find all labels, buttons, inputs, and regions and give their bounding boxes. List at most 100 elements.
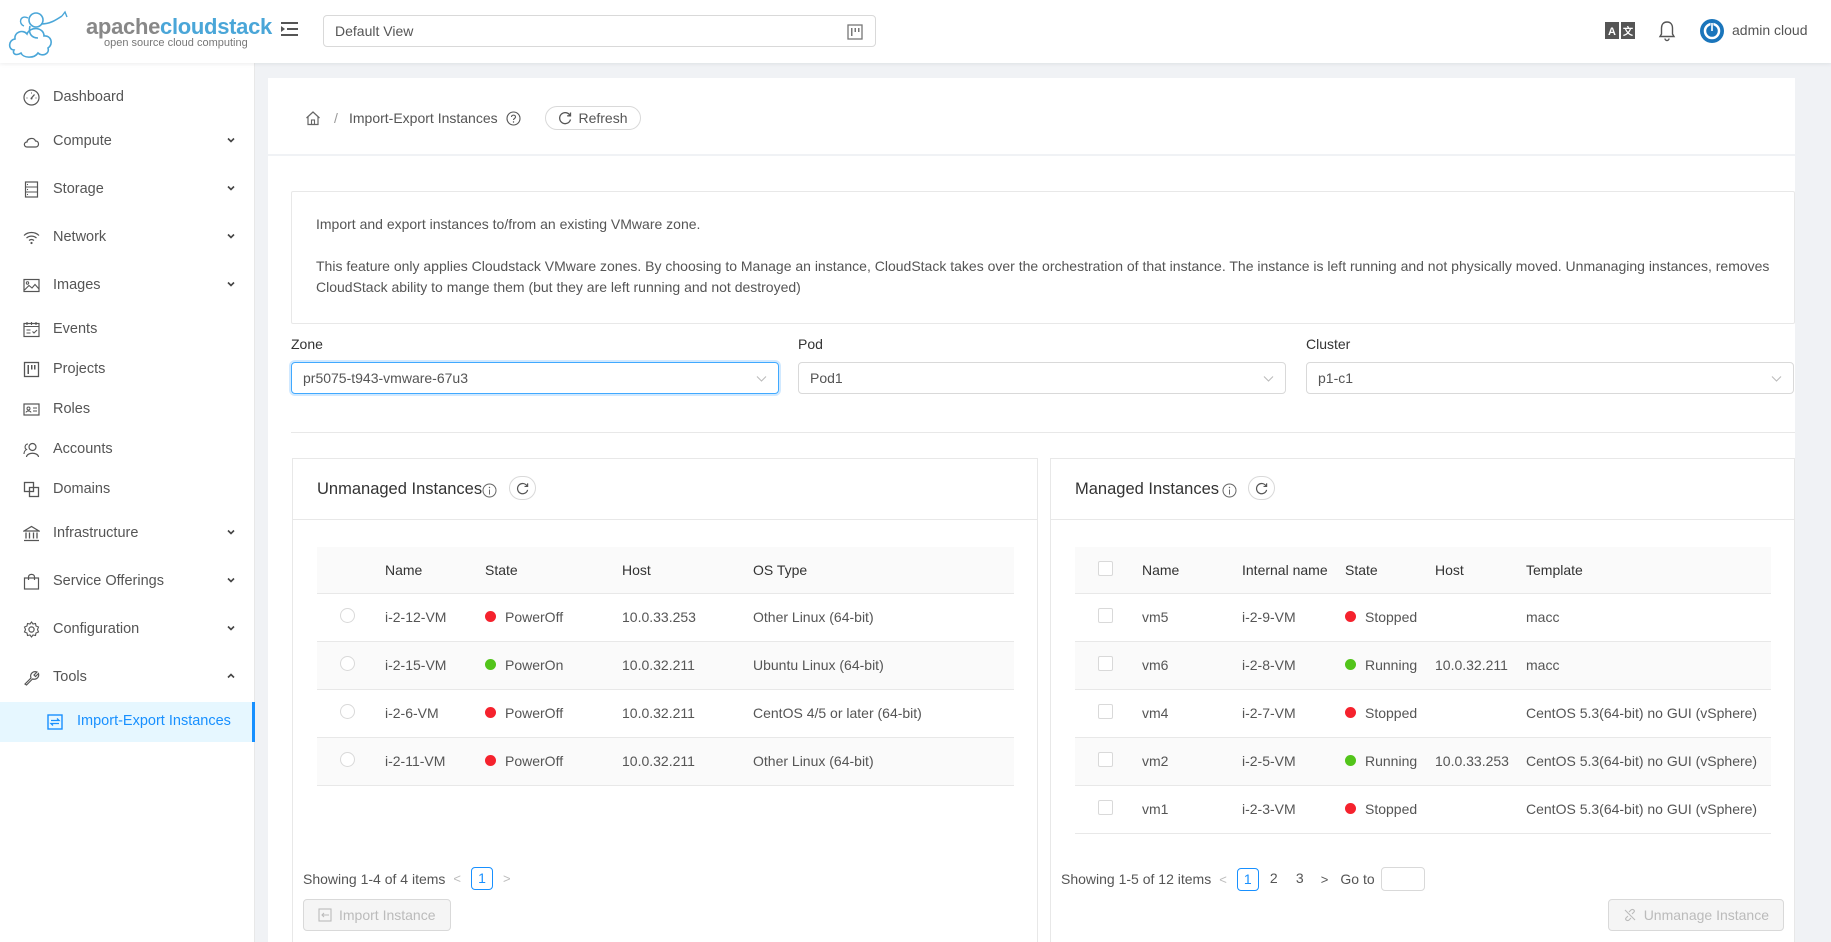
home-icon[interactable] — [305, 110, 321, 126]
name-cell[interactable]: vm5 — [1142, 593, 1242, 642]
zone-value: pr5075-t943-vmware-67u3 — [303, 370, 468, 386]
column-header[interactable]: OS Type — [753, 547, 1014, 594]
info-box: Import and export instances to/from an e… — [291, 191, 1795, 324]
row-radio[interactable] — [340, 656, 355, 671]
cloudstack-logo[interactable]: apachecloudstack open source cloud compu… — [6, 4, 272, 60]
menu-fold-button[interactable] — [278, 18, 300, 40]
sidebar-item-projects[interactable]: Projects — [0, 349, 255, 389]
table-row[interactable]: i-2-12-VM PowerOff 10.0.33.253 Other Linux … — [317, 593, 1014, 642]
tool-icon — [24, 671, 40, 686]
goto-page-input[interactable] — [1380, 867, 1425, 891]
page-3-button[interactable]: 3 — [1289, 868, 1311, 891]
column-header[interactable]: Template — [1526, 547, 1771, 594]
unmanaged-table: Name State Host OS Type i-2-12-VM PowerOf… — [317, 547, 1014, 786]
breadcrumb-title: Import-Export Instances — [349, 110, 498, 126]
sidebar-item-infrastructure[interactable]: Infrastructure — [0, 513, 255, 553]
state-text: PowerOff — [505, 609, 564, 625]
table-row[interactable]: vm6 i-2-8-VM Running 10.0.32.211 macc — [1075, 641, 1771, 690]
next-page-button[interactable]: > — [1321, 872, 1329, 887]
panel-title: Managed Instances — [1075, 480, 1220, 498]
template-cell: CentOS 5.3(64-bit) no GUI (vSphere) — [1526, 689, 1771, 738]
panel-header: Unmanaged Instances — [293, 459, 1037, 520]
state-text: Running — [1365, 753, 1418, 769]
managed-refresh-button[interactable] — [1248, 476, 1275, 500]
sidebar-item-roles[interactable]: Roles — [0, 389, 255, 429]
sidebar-item-compute[interactable]: Compute — [0, 121, 255, 161]
main-content: Import and export instances to/from an e… — [268, 156, 1795, 942]
info-circle-icon[interactable] — [482, 483, 497, 498]
row-checkbox[interactable] — [1098, 704, 1113, 719]
sidebar-item-label: Infrastructure — [53, 525, 139, 541]
column-header[interactable]: Name — [1142, 547, 1242, 594]
name-cell[interactable]: vm6 — [1142, 641, 1242, 690]
table-row[interactable]: i-2-11-VM PowerOff 10.0.32.211 Other Linux … — [317, 737, 1014, 786]
row-checkbox[interactable] — [1098, 608, 1113, 623]
name-cell[interactable]: vm1 — [1142, 785, 1242, 834]
sidebar-item-import-export-instances[interactable]: Import-Export Instances — [0, 702, 255, 742]
refresh-button[interactable]: Refresh — [545, 106, 641, 130]
unmanage-instance-button[interactable]: Unmanage Instance — [1607, 899, 1784, 931]
column-header[interactable]: Name — [385, 547, 485, 594]
table-row[interactable]: vm5 i-2-9-VM Stopped macc — [1075, 593, 1771, 642]
name-cell[interactable]: vm2 — [1142, 737, 1242, 786]
column-header[interactable]: Host — [1435, 547, 1526, 594]
row-checkbox[interactable] — [1098, 800, 1113, 815]
sidebar-item-dashboard[interactable]: Dashboard — [0, 77, 255, 117]
breadcrumb-separator: / — [334, 110, 338, 126]
table-row[interactable]: vm1 i-2-3-VM Stopped CentOS 5.3(64-bit) no … — [1075, 785, 1771, 834]
question-circle-icon[interactable] — [506, 111, 521, 126]
prev-page-button[interactable]: < — [453, 871, 461, 886]
template-cell: macc — [1526, 641, 1771, 690]
row-select-cell — [1075, 593, 1142, 642]
template-cell: macc — [1526, 593, 1771, 642]
row-checkbox[interactable] — [1098, 656, 1113, 671]
sidebar-item-storage[interactable]: Storage — [0, 169, 255, 209]
column-header[interactable]: Host — [622, 547, 753, 594]
page-1-button[interactable]: 1 — [1236, 867, 1259, 891]
zone-select[interactable]: pr5075-t943-vmware-67u3 — [291, 362, 779, 394]
user-name[interactable]: admin cloud — [1732, 22, 1808, 38]
name-cell: i-2-11-VM — [385, 737, 485, 786]
sidebar-item-events[interactable]: Events — [0, 309, 255, 349]
row-radio[interactable] — [340, 752, 355, 767]
next-page-button[interactable]: > — [503, 871, 511, 886]
sidebar-item-tools[interactable]: Tools — [0, 657, 255, 697]
table-row[interactable]: i-2-6-VM PowerOff 10.0.32.211 CentOS 4/5 or… — [317, 689, 1014, 738]
row-checkbox[interactable] — [1098, 752, 1113, 767]
cluster-select[interactable]: p1-c1 — [1306, 362, 1794, 394]
svg-text:文: 文 — [1623, 25, 1634, 38]
database-icon — [24, 181, 39, 198]
project-view-select[interactable]: Default View — [323, 15, 876, 47]
table-row[interactable]: vm2 i-2-5-VM Running 10.0.33.253 CentOS 5.3(… — [1075, 737, 1771, 786]
avatar[interactable] — [1700, 19, 1724, 43]
column-header[interactable]: State — [485, 547, 622, 594]
sidebar-item-domains[interactable]: Domains — [0, 469, 255, 509]
pod-select[interactable]: Pod1 — [798, 362, 1286, 394]
import-instance-button[interactable]: Import Instance — [303, 899, 451, 931]
info-circle-icon[interactable] — [1222, 483, 1237, 498]
sidebar-item-service-offerings[interactable]: Service Offerings — [0, 561, 255, 601]
state-cell: Stopped — [1345, 593, 1435, 642]
page-2-button[interactable]: 2 — [1263, 868, 1285, 891]
name-cell[interactable]: vm4 — [1142, 689, 1242, 738]
page-1-button[interactable]: 1 — [471, 867, 493, 890]
block-icon — [23, 481, 40, 498]
sidebar-item-label: Service Offerings — [53, 573, 164, 589]
table-row[interactable]: vm4 i-2-7-VM Stopped CentOS 5.3(64-bit) no … — [1075, 689, 1771, 738]
row-radio[interactable] — [340, 608, 355, 623]
unmanaged-refresh-button[interactable] — [509, 476, 536, 500]
sidebar-item-configuration[interactable]: Configuration — [0, 609, 255, 649]
column-header[interactable]: State — [1345, 547, 1435, 594]
row-radio[interactable] — [340, 704, 355, 719]
table-row[interactable]: i-2-15-VM PowerOn 10.0.32.211 Ubuntu Linux … — [317, 641, 1014, 690]
status-dot — [1345, 755, 1356, 766]
sidebar-item-network[interactable]: Network — [0, 217, 255, 257]
sidebar-item-images[interactable]: Images — [0, 265, 255, 305]
select-all-checkbox[interactable] — [1098, 560, 1113, 576]
translate-icon[interactable]: A 文 — [1605, 22, 1635, 39]
bell-icon[interactable] — [1657, 20, 1677, 42]
sidebar-item-accounts[interactable]: Accounts — [0, 429, 255, 469]
panel-header: Managed Instances — [1051, 459, 1794, 520]
column-header[interactable]: Internal name — [1242, 547, 1345, 594]
prev-page-button[interactable]: < — [1219, 872, 1227, 887]
